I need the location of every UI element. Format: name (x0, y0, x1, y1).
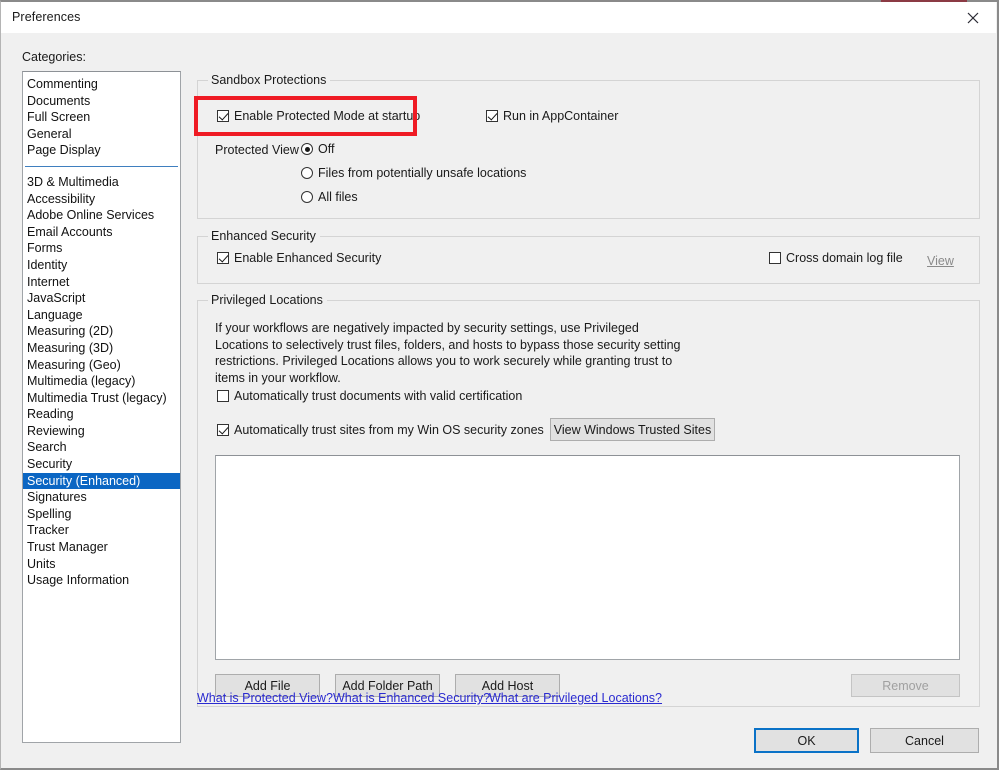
radio-circle (301, 167, 313, 179)
link-what-is-protected-view[interactable]: What is Protected View? (197, 691, 333, 705)
sidebar-item-tracker[interactable]: Tracker (23, 522, 180, 539)
remove-button: Remove (851, 674, 960, 697)
sidebar-item-3d-multimedia[interactable]: 3D & Multimedia (23, 174, 180, 191)
sidebar-item-internet[interactable]: Internet (23, 274, 180, 291)
sandbox-protections-group: Sandbox Protections Enable Protected Mod… (197, 73, 980, 219)
sidebar-item-identity[interactable]: Identity (23, 257, 180, 274)
enhanced-security-group: Enhanced Security Enable Enhanced Securi… (197, 229, 980, 284)
privileged-locations-title: Privileged Locations (208, 293, 327, 307)
protected-view-label: Protected View (215, 143, 299, 157)
enhanced-security-title: Enhanced Security (208, 229, 320, 243)
protected-view-option-all-files[interactable]: All files (301, 190, 358, 204)
sidebar-item-multimedia-legacy[interactable]: Multimedia (legacy) (23, 373, 180, 390)
enable-enhanced-security-label: Enable Enhanced Security (234, 251, 382, 265)
trust-sites-label: Automatically trust sites from my Win OS… (234, 423, 544, 437)
sidebar-item-reviewing[interactable]: Reviewing (23, 423, 180, 440)
sidebar-item-search[interactable]: Search (23, 439, 180, 456)
close-icon (967, 12, 979, 24)
sidebar-item-measuring-geo[interactable]: Measuring (Geo) (23, 357, 180, 374)
run-in-appcontainer-checkbox[interactable]: Run in AppContainer (486, 109, 618, 123)
sidebar-item-language[interactable]: Language (23, 307, 180, 324)
protected-view-option-off[interactable]: Off (301, 142, 334, 156)
sidebar-item-security[interactable]: Security (23, 456, 180, 473)
close-button[interactable] (950, 2, 996, 33)
categories-group-primary: Commenting Documents Full Screen General Pag… (23, 76, 180, 159)
sidebar-item-signatures[interactable]: Signatures (23, 489, 180, 506)
sidebar-item-reading[interactable]: Reading (23, 406, 180, 423)
sidebar-item-multimedia-trust-legacy[interactable]: Multimedia Trust (legacy) (23, 390, 180, 407)
categories-listbox[interactable]: Commenting Documents Full Screen General Pag… (22, 71, 181, 743)
sidebar-item-forms[interactable]: Forms (23, 240, 180, 257)
protected-view-option-label: Off (318, 142, 335, 156)
sidebar-item-measuring-2d[interactable]: Measuring (2D) (23, 323, 180, 340)
categories-group-secondary: 3D & Multimedia Accessibility Adobe Online… (23, 174, 180, 589)
checkbox-box (217, 252, 229, 264)
sidebar-item-page-display[interactable]: Page Display (23, 142, 180, 159)
protected-view-option-unsafe-locations[interactable]: Files from potentially unsafe locations (301, 166, 526, 180)
radio-circle (301, 191, 313, 203)
sidebar-item-security-enhanced[interactable]: Security (Enhanced) (23, 472, 180, 490)
dialog-content: Categories: Commenting Documents Full Scre… (1, 33, 996, 768)
checkbox-box (769, 252, 781, 264)
view-windows-trusted-sites-button[interactable]: View Windows Trusted Sites (550, 418, 715, 441)
link-what-are-privileged-locations[interactable]: What are Privileged Locations? (489, 691, 662, 705)
preferences-dialog: Preferences Categories: Commenting Docume… (0, 0, 999, 770)
link-what-is-enhanced-security[interactable]: What is Enhanced Security? (333, 691, 490, 705)
cancel-button[interactable]: Cancel (870, 728, 979, 753)
sidebar-item-accessibility[interactable]: Accessibility (23, 191, 180, 208)
trust-sites-checkbox[interactable]: Automatically trust sites from my Win OS… (217, 423, 544, 437)
categories-separator (25, 165, 178, 167)
sidebar-item-documents[interactable]: Documents (23, 93, 180, 110)
ok-button[interactable]: OK (754, 728, 859, 753)
sidebar-item-full-screen[interactable]: Full Screen (23, 109, 180, 126)
cross-domain-log-file-checkbox[interactable]: Cross domain log file (769, 251, 903, 265)
sidebar-item-general[interactable]: General (23, 126, 180, 143)
checkbox-box (217, 110, 229, 122)
checkbox-box (217, 424, 229, 436)
trust-documents-checkbox[interactable]: Automatically trust documents with valid… (217, 389, 522, 403)
sidebar-item-javascript[interactable]: JavaScript (23, 290, 180, 307)
run-in-appcontainer-label: Run in AppContainer (503, 109, 619, 123)
radio-circle (301, 143, 313, 155)
sidebar-item-usage-information[interactable]: Usage Information (23, 572, 180, 589)
sidebar-item-units[interactable]: Units (23, 556, 180, 573)
sandbox-protections-title: Sandbox Protections (208, 73, 331, 87)
enable-protected-mode-label: Enable Protected Mode at startup (234, 109, 421, 123)
privileged-locations-description: If your workflows are negatively impacte… (215, 321, 681, 385)
privileged-locations-group: Privileged Locations If your workflows a… (197, 293, 980, 707)
checkbox-box (486, 110, 498, 122)
checkbox-box (217, 390, 229, 402)
sidebar-item-adobe-online-services[interactable]: Adobe Online Services (23, 207, 180, 224)
trust-documents-label: Automatically trust documents with valid… (234, 389, 523, 403)
sidebar-item-trust-manager[interactable]: Trust Manager (23, 539, 180, 556)
sidebar-item-email-accounts[interactable]: Email Accounts (23, 224, 180, 241)
cross-domain-log-file-label: Cross domain log file (786, 251, 903, 265)
protected-view-option-label: All files (318, 190, 358, 204)
title-bar: Preferences (1, 0, 996, 33)
sidebar-item-commenting[interactable]: Commenting (23, 76, 180, 93)
protected-view-option-label: Files from potentially unsafe locations (318, 166, 527, 180)
enable-enhanced-security-checkbox[interactable]: Enable Enhanced Security (217, 251, 381, 265)
sidebar-item-spelling[interactable]: Spelling (23, 506, 180, 523)
view-log-link[interactable]: View (927, 254, 954, 268)
categories-label: Categories: (22, 50, 86, 64)
enable-protected-mode-checkbox[interactable]: Enable Protected Mode at startup (217, 109, 420, 123)
privileged-locations-listbox[interactable] (215, 455, 960, 660)
sidebar-item-measuring-3d[interactable]: Measuring (3D) (23, 340, 180, 357)
window-title: Preferences (12, 10, 81, 24)
